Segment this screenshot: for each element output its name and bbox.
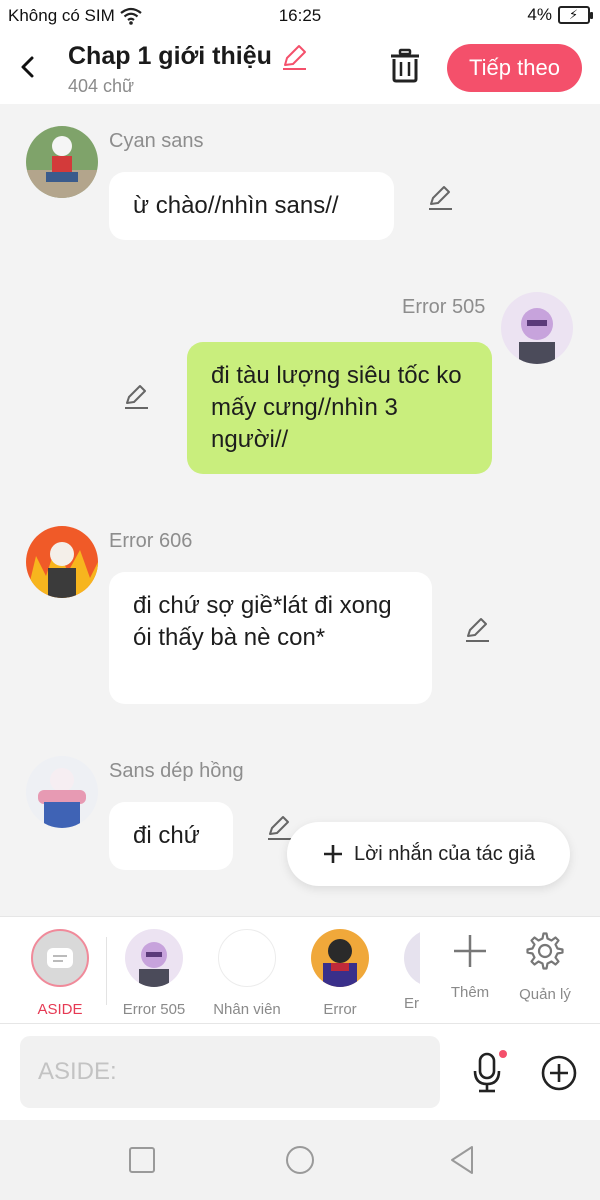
microphone-icon[interactable] <box>470 1050 508 1094</box>
chapter-title-text: Chap 1 giới thiệu <box>68 42 272 70</box>
avatar-sans-dep-hong[interactable] <box>26 756 98 828</box>
character-avatar <box>311 929 369 987</box>
edit-message-pencil-icon[interactable] <box>463 616 491 644</box>
character-label: ASIDE <box>37 1001 83 1018</box>
character-label: Error <box>323 1001 357 1018</box>
word-count: 404 chữ <box>68 76 135 96</box>
character-error-505[interactable]: Error 505 <box>114 929 194 1018</box>
character-avatar <box>404 929 420 987</box>
editor-header: Chap 1 giới thiệu 404 chữ Tiếp theo <box>0 32 600 104</box>
add-label: Thêm <box>450 984 490 1001</box>
character-error[interactable]: Error <box>300 929 380 1018</box>
manage-label: Quản lý <box>519 986 571 1003</box>
recent-apps-icon[interactable] <box>126 1144 158 1176</box>
edit-message-pencil-icon[interactable] <box>265 814 293 842</box>
edit-message-pencil-icon[interactable] <box>122 383 150 411</box>
trash-icon[interactable] <box>388 48 422 84</box>
character-label: Nhân viên <box>213 1001 281 1018</box>
message-bubble[interactable]: đi tàu lượng siêu tốc ko mấy cưng//nhìn … <box>187 342 492 474</box>
plus-icon <box>454 935 486 967</box>
character-label: Error 505 <box>122 1001 186 1018</box>
next-button[interactable]: Tiếp theo <box>447 44 582 92</box>
battery-status: 4% ⚡ <box>527 5 593 25</box>
message-input[interactable] <box>20 1036 440 1108</box>
message-bubble[interactable]: ừ chào//nhìn sans// <box>109 172 394 240</box>
clock: 16:25 <box>278 6 322 25</box>
chapter-title[interactable]: Chap 1 giới thiệu <box>68 42 308 71</box>
message-bubble[interactable]: đi chứ <box>109 802 233 870</box>
add-character-button[interactable]: Thêm <box>435 929 505 1001</box>
edit-message-pencil-icon[interactable] <box>426 184 454 212</box>
plus-icon <box>323 845 342 863</box>
author-note-button[interactable]: Lời nhắn của tác giả <box>287 822 570 886</box>
aside-icon <box>31 929 89 987</box>
sender-name: Error 606 <box>109 530 193 552</box>
back-arrow-icon[interactable] <box>14 50 42 84</box>
back-icon[interactable] <box>446 1144 478 1176</box>
battery-icon: ⚡ <box>558 6 593 24</box>
manage-characters-button[interactable]: Quản lý <box>510 929 580 1003</box>
avatar-cyan-sans[interactable] <box>26 126 98 198</box>
character-avatar <box>218 929 276 987</box>
character-bar: ASIDE Error 505 Nhân viên Error Er Thêm … <box>0 916 600 1024</box>
character-label: Err <box>404 995 420 1012</box>
status-bar: Không có SIM 16:25 4% ⚡ <box>0 0 600 32</box>
system-nav-bar <box>0 1120 600 1200</box>
avatar-error-606[interactable] <box>26 526 98 598</box>
input-bar <box>0 1024 600 1120</box>
divider <box>106 937 107 1005</box>
character-aside[interactable]: ASIDE <box>20 929 100 1018</box>
sender-name: Sans dép hồng <box>109 760 244 782</box>
battery-percent: 4% <box>527 5 552 24</box>
character-nhan-vien[interactable]: Nhân viên <box>207 929 287 1018</box>
home-icon[interactable] <box>284 1144 316 1176</box>
message-bubble[interactable]: đi chứ sợ giề*lát đi xong ói thấy bà nè … <box>109 572 432 704</box>
gear-icon <box>526 932 564 970</box>
character-avatar <box>125 929 183 987</box>
chat-area[interactable]: Cyan sans ừ chào//nhìn sans// Error 505 … <box>0 104 600 916</box>
avatar-error-505[interactable] <box>501 292 573 364</box>
add-circle-icon[interactable] <box>540 1054 578 1092</box>
author-note-label: Lời nhắn của tác giả <box>353 842 535 865</box>
sender-name: Error 505 <box>402 296 486 318</box>
edit-title-pencil-icon[interactable] <box>280 43 308 71</box>
character-error-partial[interactable]: Err <box>394 917 420 1024</box>
sender-name: Cyan sans <box>109 130 204 152</box>
